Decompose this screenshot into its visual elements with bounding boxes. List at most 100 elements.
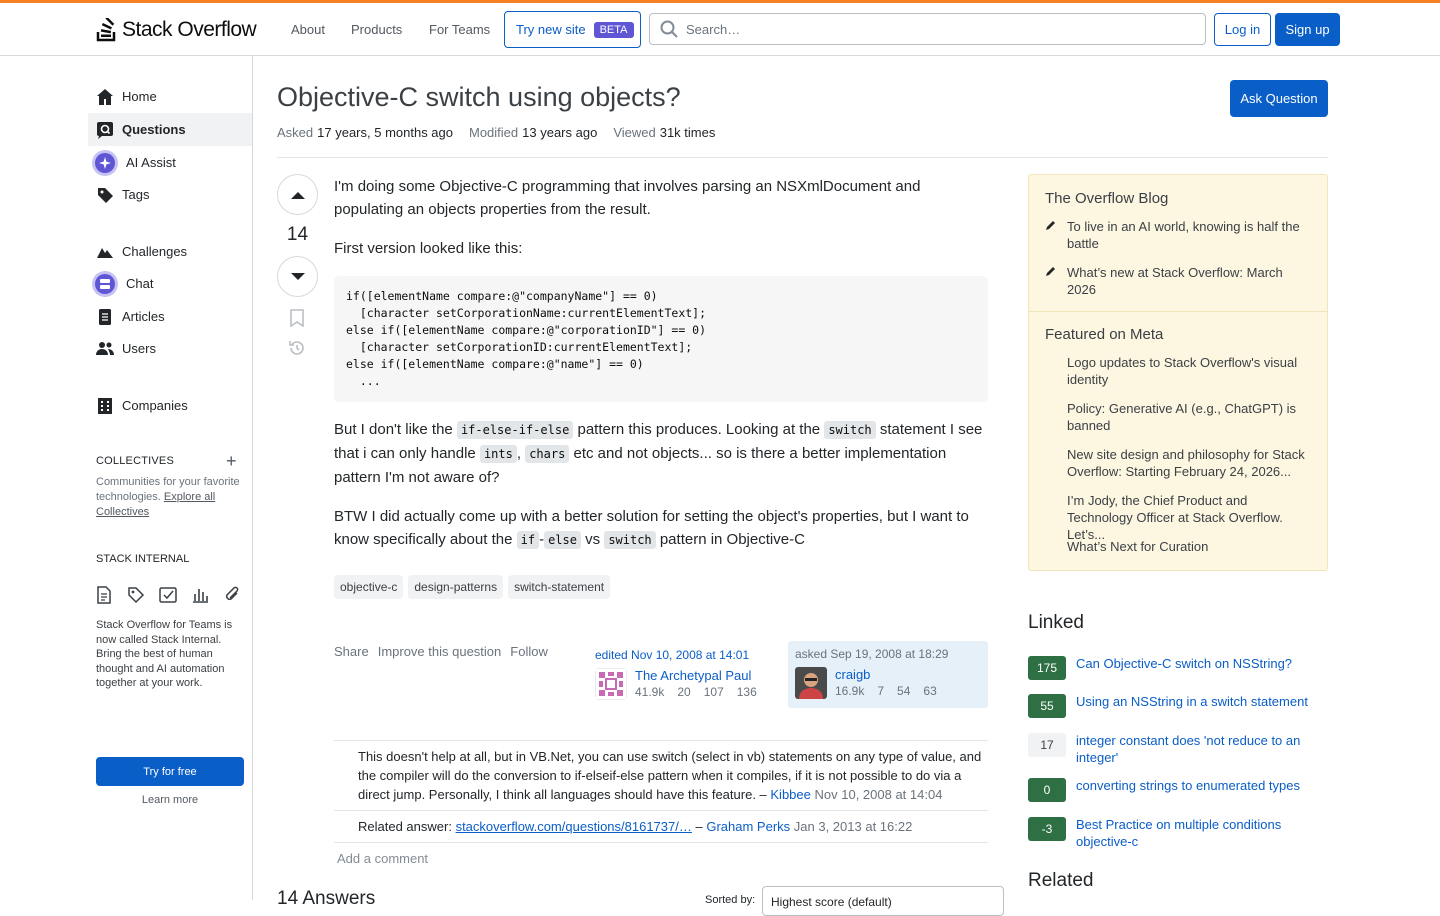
answer-score-badge: 17: [1028, 733, 1066, 757]
home-icon: [96, 88, 114, 106]
try-for-free-button[interactable]: Try for free: [96, 757, 244, 786]
question-title[interactable]: Objective-C switch using objects?: [277, 82, 681, 113]
linked-question[interactable]: -3 Best Practice on multiple conditions …: [1028, 816, 1328, 850]
blog-item-title: To live in an AI world, knowing is half …: [1067, 219, 1300, 251]
editor-name[interactable]: The Archetypal Paul: [635, 668, 751, 683]
linked-question[interactable]: 55 Using an NSString in a switch stateme…: [1028, 693, 1328, 718]
bronze-badges: 136: [736, 685, 757, 699]
linked-question-title[interactable]: integer constant does 'not reduce to an …: [1076, 732, 1328, 766]
upvote-button[interactable]: [277, 174, 318, 215]
meta-icon: [1045, 354, 1059, 388]
modified-label: Modified: [469, 125, 519, 140]
bookmark-icon[interactable]: [289, 309, 305, 330]
nav-for-teams[interactable]: For Teams: [429, 22, 490, 37]
meta-item-title: Policy: Generative AI (e.g., ChatGPT) is…: [1067, 401, 1297, 433]
improve-question-link[interactable]: Improve this question: [378, 644, 502, 659]
history-icon[interactable]: [288, 339, 306, 360]
try-new-site-button[interactable]: Try new site BETA: [504, 11, 641, 48]
comment-user[interactable]: Kibbee: [770, 787, 810, 802]
pencil-icon: [1045, 264, 1059, 298]
meta-item[interactable]: Logo updates to Stack Overflow's visual …: [1045, 354, 1315, 388]
share-link[interactable]: Share: [334, 644, 369, 659]
body-paragraph: But I don't like the if-else-if-else pat…: [334, 418, 988, 489]
blog-item[interactable]: To live in an AI world, knowing is half …: [1045, 218, 1315, 252]
comment-date[interactable]: Jan 3, 2013 at 16:22: [794, 819, 913, 834]
body-paragraph: First version looked like this:: [334, 240, 523, 257]
gold-badges: 7: [877, 684, 885, 698]
sidebar-item-label: Challenges: [122, 244, 188, 259]
meta-item[interactable]: Policy: Generative AI (e.g., ChatGPT) is…: [1045, 400, 1315, 434]
signup-button[interactable]: Sign up: [1275, 13, 1340, 46]
bronze-badges: 63: [923, 684, 937, 698]
tag-switch-statement[interactable]: switch-statement: [508, 575, 611, 599]
answers-heading: 14 Answers: [277, 888, 376, 909]
meta-item[interactable]: New site design and philosophy for Stack…: [1045, 446, 1315, 480]
inline-code: ints: [479, 445, 517, 463]
question-body: I'm doing some Objective-C programming t…: [334, 175, 988, 568]
linked-question-title[interactable]: Best Practice on multiple conditions obj…: [1076, 816, 1328, 850]
meta-item-title: What’s Next for Curation: [1067, 539, 1209, 554]
sidebar-item-companies[interactable]: Companies: [88, 389, 252, 422]
sidebar-item-challenges[interactable]: Challenges: [88, 235, 252, 268]
nav-about[interactable]: About: [291, 22, 325, 37]
sidebar-item-label: Home: [122, 89, 157, 104]
reputation: 41.9k: [635, 685, 665, 699]
sidebar-item-questions[interactable]: Questions: [88, 113, 252, 146]
meta-item[interactable]: I’m Jody, the Chief Product and Technolo…: [1045, 492, 1315, 543]
sidebar-item-chat[interactable]: Chat: [88, 267, 252, 300]
code-block: if([elementName compare:@"companyName"] …: [334, 276, 988, 402]
sidebar-item-ai-assist[interactable]: AI Assist: [88, 146, 252, 179]
inline-code: else: [544, 531, 581, 549]
arrow-up-icon: [290, 191, 305, 199]
asker-stats: 16.9k 7 54 63: [835, 684, 937, 698]
linked-question-title[interactable]: Can Objective-C switch on NSString?: [1076, 655, 1292, 680]
site-logo[interactable]: Stack Overflow: [96, 18, 257, 42]
add-comment-link[interactable]: Add a comment: [337, 851, 428, 866]
logo-text: Stack Overflow: [122, 18, 257, 41]
collectives-heading: COLLECTIVES: [96, 455, 175, 467]
sidebar-item-tags[interactable]: Tags: [88, 178, 252, 211]
companies-icon: [96, 397, 114, 415]
meta-icon: [1045, 446, 1059, 480]
sidebar-item-users[interactable]: Users: [88, 332, 252, 365]
learn-more-link[interactable]: Learn more: [96, 794, 244, 806]
blog-item[interactable]: What’s new at Stack Overflow: March 2026: [1045, 264, 1315, 298]
tag-list: objective-c design-patterns switch-state…: [334, 575, 611, 599]
edited-timestamp[interactable]: edited Nov 10, 2008 at 14:01: [595, 648, 749, 662]
nav-products[interactable]: Products: [351, 22, 402, 37]
related-heading: Related: [1028, 870, 1094, 891]
linked-question[interactable]: 175 Can Objective-C switch on NSString?: [1028, 655, 1328, 680]
comment-user[interactable]: Graham Perks: [706, 819, 790, 834]
asker-name[interactable]: craigb: [835, 667, 870, 682]
avatar[interactable]: [595, 668, 627, 700]
ask-question-button[interactable]: Ask Question: [1230, 80, 1328, 117]
divider: [277, 157, 1328, 158]
modified-value[interactable]: 13 years ago: [522, 125, 597, 140]
meta-item[interactable]: What’s Next for Curation: [1045, 538, 1315, 555]
meta-heading: Featured on Meta: [1045, 326, 1164, 343]
comment-date[interactable]: Nov 10, 2008 at 14:04: [815, 787, 943, 802]
sidebar-item-home[interactable]: Home: [88, 80, 252, 113]
sidebar-item-label: Articles: [122, 309, 165, 324]
sort-select[interactable]: Highest score (default): [762, 886, 1004, 916]
linked-question-title[interactable]: Using an NSString in a switch statement: [1076, 693, 1308, 718]
arrow-down-icon: [290, 272, 305, 280]
sidebar-item-articles[interactable]: Articles: [88, 300, 252, 333]
avatar[interactable]: [795, 667, 827, 699]
login-button[interactable]: Log in: [1214, 13, 1271, 46]
tag-objective-c[interactable]: objective-c: [334, 575, 404, 599]
collectives-description: Communities for your favorite technologi…: [96, 475, 246, 520]
linked-question[interactable]: 17 integer constant does 'not reduce to …: [1028, 732, 1328, 766]
post-actions: Share Improve this question Follow: [334, 644, 548, 659]
ai-assist-icon: [92, 149, 118, 176]
tag-design-patterns[interactable]: design-patterns: [408, 575, 504, 599]
viewed-label: Viewed: [613, 125, 656, 140]
linked-question-title[interactable]: converting strings to enumerated types: [1076, 777, 1300, 802]
stack-overflow-logo-icon: [96, 18, 116, 42]
search-input[interactable]: Search…: [649, 13, 1206, 45]
linked-question[interactable]: 0 converting strings to enumerated types: [1028, 777, 1328, 802]
follow-link[interactable]: Follow: [510, 644, 548, 659]
downvote-button[interactable]: [277, 256, 318, 297]
comment-link[interactable]: stackoverflow.com/questions/8161737/…: [456, 819, 692, 834]
add-collective-icon[interactable]: +: [226, 451, 237, 472]
